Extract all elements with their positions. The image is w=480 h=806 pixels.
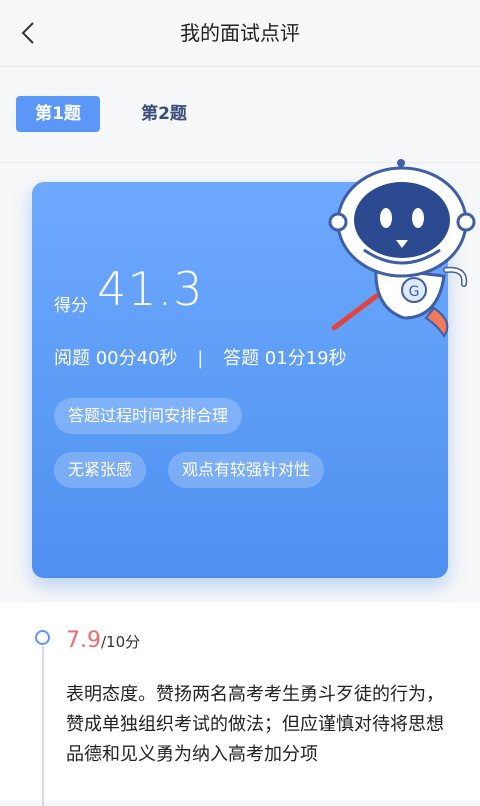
comment-score-total: /10分 — [101, 633, 141, 651]
read-time: 阅题 00分40秒 — [54, 348, 178, 369]
feedback-chip: 答题过程时间安排合理 — [54, 398, 243, 434]
score-label: 得分 — [54, 296, 88, 316]
timeline-dot-icon — [35, 630, 50, 645]
comment-score-value: 7.9 — [66, 628, 101, 653]
feedback-chip: 无紧张感 — [54, 452, 147, 488]
comment-text: 表明态度。赞扬两名高考考生勇斗歹徒的行为，赞成单独组织考试的做法；但应谨慎对待将… — [66, 684, 444, 765]
comment-score: 7.9/10分 — [66, 628, 140, 653]
question-tabs: 第1题 第2题 — [0, 80, 480, 150]
page-title: 我的面试点评 — [180, 21, 300, 45]
feedback-chip: 观点有较强针对性 — [168, 452, 325, 488]
time-row: 阅题 00分40秒 | 答题 01分19秒 — [54, 344, 347, 370]
svg-text:G: G — [409, 284, 420, 300]
timeline-line — [42, 646, 44, 806]
comment-section: 7.9/10分 表明态度。赞扬两名高考考生勇斗歹徒的行为，赞成单独组织考试的做法… — [0, 602, 480, 806]
tab-question-1[interactable]: 第1题 — [16, 96, 100, 132]
robot-mascot-icon: G — [328, 159, 476, 338]
tab-question-2[interactable]: 第2题 — [122, 96, 206, 132]
answer-time: 答题 01分19秒 — [223, 348, 347, 369]
score-row: 得分 41.3 — [54, 262, 204, 316]
score-value: 41.3 — [97, 262, 204, 316]
time-separator: | — [197, 348, 204, 369]
header-bar: 我的面试点评 — [0, 0, 480, 67]
